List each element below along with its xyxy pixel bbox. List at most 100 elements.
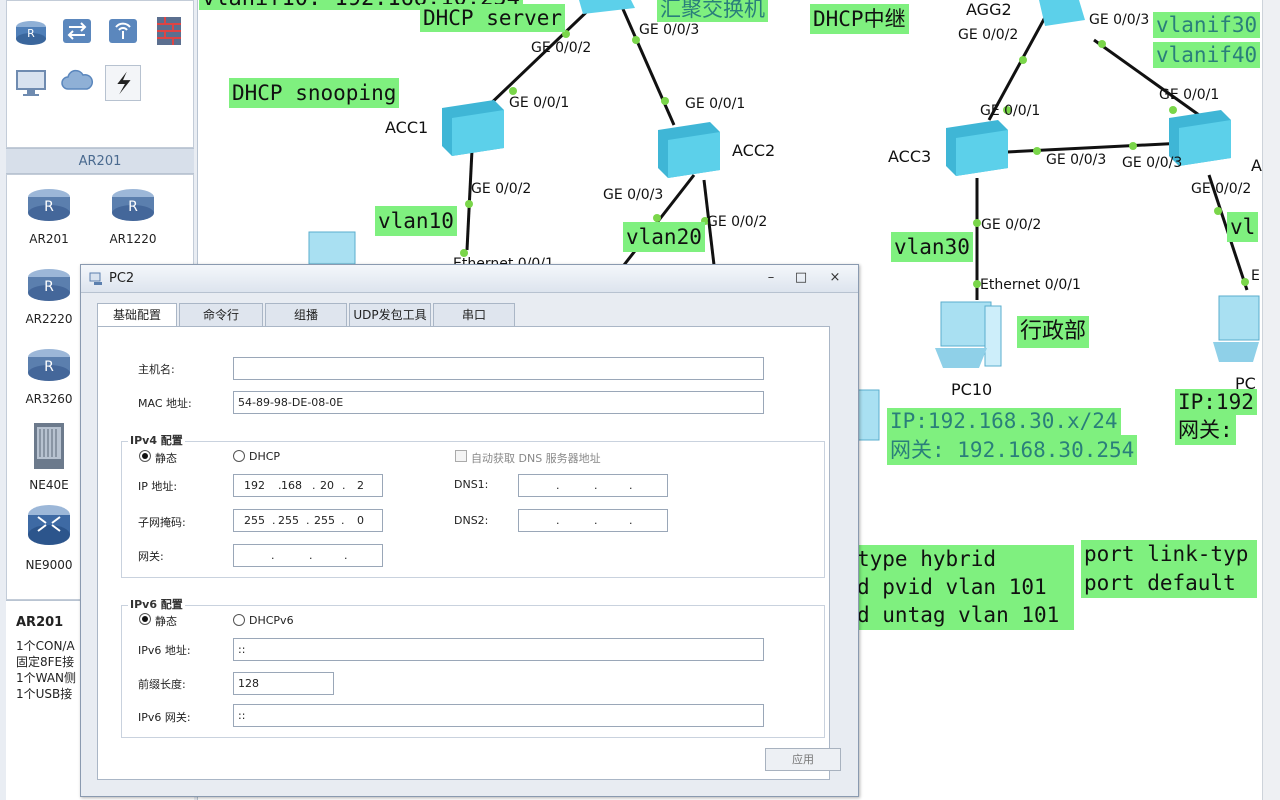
cmd-tag: port default [1081,568,1257,598]
ipv6-dhcpv6-radio[interactable] [233,614,245,626]
router-icon: R [28,349,70,381]
ip-octet: 192 [244,479,265,492]
vlanif40-tag: vlanif40 [1153,42,1261,68]
vertical-scrollbar[interactable] [1262,0,1280,800]
hostname-input[interactable] [233,357,764,380]
pc-app-icon [89,272,102,285]
subnet-mask-input[interactable]: 255. 255. 255. 0 [233,509,383,532]
prefix-length-label: 前缀长度: [138,678,186,691]
device-ne40e[interactable]: NE40E [9,421,89,492]
terminal-category-icon[interactable] [13,65,49,101]
node-label-acc2[interactable]: ACC2 [732,141,775,160]
pc-config-dialog: PC2 – □ × 基础配置 命令行 组播 UDP发包工具 串口 主机名: MA… [80,264,859,797]
vlan20-tag: vlan20 [623,222,705,252]
vlanif30-tag: vlanif30 [1153,12,1261,38]
cloud-category-icon[interactable] [59,63,95,99]
device-ar1220[interactable]: R AR1220 [93,185,173,246]
device-label: AR1220 [109,232,157,246]
auto-dns-label: 自动获取 DNS 服务器地址 [471,452,601,465]
svg-text:R: R [44,199,54,215]
ip-octet: 168 [281,479,302,492]
apply-button[interactable]: 应用 [765,748,841,771]
cmd-tag: port link-typ [1081,540,1257,568]
vlan10-tag: vlan10 [375,206,457,236]
vlan-partial-tag: vl [1227,212,1259,242]
device-ne9000[interactable]: NE9000 [9,501,89,572]
dhcp-snooping-tag: DHCP snooping [229,78,400,108]
router-icon: R [28,189,70,221]
close-button[interactable]: × [821,268,849,288]
port-label: Ethernet 0/0/1 [980,277,1081,293]
device-ar3260[interactable]: R AR3260 [9,345,89,406]
auto-dns-checkbox[interactable] [455,450,467,462]
dns1-input[interactable]: ... [518,474,668,497]
node-label-pc10[interactable]: PC10 [951,380,992,399]
connection-category-icon[interactable] [105,65,141,101]
minimize-button[interactable]: – [757,268,785,288]
ip-address-label: IP 地址: [138,480,178,493]
mask-octet: 255 [244,514,265,527]
basic-config-panel: 主机名: MAC 地址: 54-89-98-DE-08-0E IPv4 配置 静… [97,326,841,780]
node-label-agg2[interactable]: AGG2 [966,0,1012,19]
ip-tag: IP:192.168.30.x/24 [887,408,1121,435]
port-label: E [1251,268,1260,284]
port-label: GE 0/0/3 [639,22,700,38]
gateway-partial-tag: 网关: [1175,415,1236,445]
port-label: GE 0/0/2 [958,27,1019,43]
ip-address-input[interactable]: 192. 168. 20. 2 [233,474,383,497]
wireless-category-icon[interactable] [105,13,141,49]
device-label: AR2220 [25,312,73,326]
port-label: GE 0/0/3 [1089,12,1150,28]
dns2-label: DNS2: [454,514,489,527]
port-label: GE 0/0/2 [981,217,1042,233]
ipv4-dhcp-label: DHCP [249,450,281,463]
gateway-tag: 网关: 192.168.30.254 [887,435,1138,465]
dns2-input[interactable]: ... [518,509,668,532]
ipv6-address-input[interactable]: :: [233,638,764,661]
hostname-label: 主机名: [138,363,175,376]
ipv4-group-title: IPv4 配置 [128,432,185,448]
device-ar2220[interactable]: R AR2220 [9,265,89,326]
firewall-category-icon[interactable] [151,13,187,49]
ipv6-static-radio[interactable] [139,613,151,625]
agg-switch-tag: 汇聚交换机 [657,0,768,22]
mac-label: MAC 地址: [138,397,192,410]
switch-category-icon[interactable] [59,13,95,49]
device-section-header: AR201 [6,148,194,174]
ipv6-static-label: 静态 [155,615,177,628]
port-label: GE 0/0/1 [509,95,570,111]
router-category-icon[interactable]: R [13,15,49,51]
ipv4-static-label: 静态 [155,452,177,465]
ipv6-address-label: IPv6 地址: [138,644,191,657]
tab-serial[interactable]: 串口 [433,303,515,327]
router-icon: R [112,189,154,221]
dhcp-server-tag: DHCP server [420,4,566,32]
ipv6-dhcpv6-label: DHCPv6 [249,614,294,627]
mac-input[interactable]: 54-89-98-DE-08-0E [233,391,764,414]
node-label-acc1[interactable]: ACC1 [385,118,428,137]
prefix-length-input[interactable]: 128 [233,672,334,695]
ipv4-static-radio[interactable] [139,450,151,462]
ip-octet: 20 [320,479,334,492]
dept-tag: 行政部 [1017,316,1090,348]
device-label: AR201 [29,232,69,246]
maximize-button[interactable]: □ [787,268,815,288]
ipv6-group-title: IPv6 配置 [128,596,185,612]
device-category-grid: R [6,0,194,148]
svg-text:R: R [44,279,54,295]
tab-command-line[interactable]: 命令行 [179,303,263,327]
port-label: GE 0/0/1 [980,103,1041,119]
ipv4-dhcp-radio[interactable] [233,450,245,462]
tab-multicast[interactable]: 组播 [265,303,347,327]
node-label-pc[interactable]: PC [1235,374,1256,393]
mask-octet: 0 [357,514,364,527]
device-ar201[interactable]: R AR201 [9,185,89,246]
gateway-input[interactable]: ... [233,544,383,567]
tab-basic-config[interactable]: 基础配置 [97,303,177,327]
node-label-acc3[interactable]: ACC3 [888,147,931,166]
dialog-titlebar[interactable]: PC2 – □ × [81,265,858,293]
ipv6-gateway-input[interactable]: :: [233,704,764,727]
svg-text:R: R [128,199,138,215]
tab-udp-tool[interactable]: UDP发包工具 [349,303,431,327]
port-label: GE 0/0/1 [685,96,746,112]
